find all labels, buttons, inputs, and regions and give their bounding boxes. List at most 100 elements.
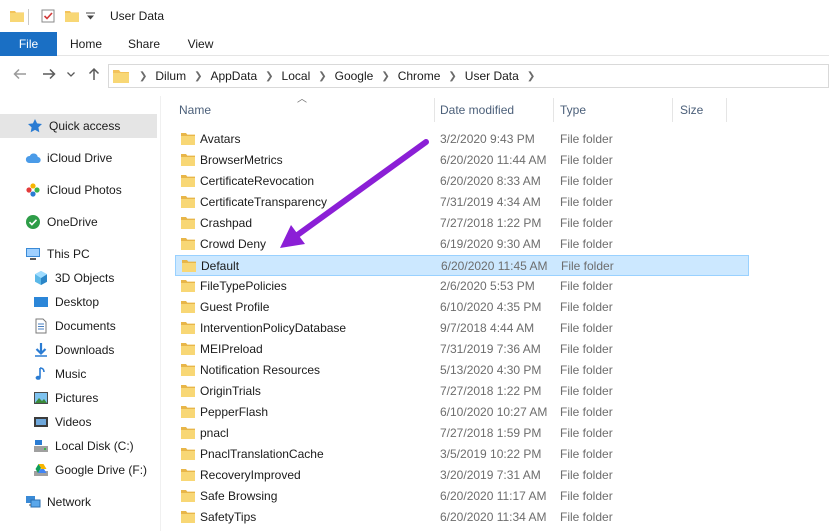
properties-icon[interactable] <box>41 9 55 23</box>
file-type: File folder <box>560 405 613 419</box>
file-row[interactable]: FileTypePolicies 2/6/2020 5:53 PM File fol… <box>175 276 749 297</box>
file-row[interactable]: PnaclTranslationCache 3/5/2019 10:22 PM Fi… <box>175 444 749 465</box>
sidebar-item-documents[interactable]: Documents <box>0 314 116 338</box>
file-name: FileTypePolicies <box>200 279 287 293</box>
sidebar-item-label: Documents <box>55 319 116 333</box>
column-header-date-modified[interactable]: Date modified <box>440 96 514 124</box>
breadcrumb-separator-icon[interactable]: ❯ <box>377 71 393 82</box>
file-row[interactable]: Avatars 3/2/2020 9:43 PM File folder <box>175 129 749 150</box>
folder-icon <box>181 343 195 355</box>
file-name: InterventionPolicyDatabase <box>200 321 347 335</box>
sidebar-item-label: Quick access <box>49 119 121 133</box>
sidebar-item-onedrive[interactable]: OneDrive <box>0 210 98 234</box>
breadcrumb-item-appdata[interactable]: AppData <box>206 69 261 83</box>
file-date-modified: 6/20/2020 8:33 AM <box>440 174 541 188</box>
file-row[interactable]: OriginTrials 7/27/2018 1:22 PM File folder <box>175 381 749 402</box>
customize-toolbar-dropdown-icon[interactable] <box>86 12 95 21</box>
folder-icon <box>181 133 195 145</box>
file-row[interactable]: RecoveryImproved 3/20/2019 7:31 AM File fo… <box>175 465 749 486</box>
file-row[interactable]: pnacl 7/27/2018 1:59 PM File folder <box>175 423 749 444</box>
sidebar-item-google-drive[interactable]: Google Drive (F:) <box>0 458 147 482</box>
file-date-modified: 6/20/2020 11:44 AM <box>440 153 547 167</box>
file-row[interactable]: BrowserMetrics 6/20/2020 11:44 AM File fol… <box>175 150 749 171</box>
sidebar-item-videos[interactable]: Videos <box>0 410 91 434</box>
breadcrumb-item-local[interactable]: Local <box>278 69 315 83</box>
recent-locations-button[interactable] <box>64 66 78 84</box>
file-row[interactable]: PepperFlash 6/10/2020 10:27 AM File folder <box>175 402 749 423</box>
folder-icon <box>113 70 129 83</box>
column-header-name[interactable]: Name <box>179 96 211 124</box>
folder-icon <box>181 427 195 439</box>
sidebar-item-icloud-photos[interactable]: iCloud Photos <box>0 178 122 202</box>
file-type: File folder <box>560 363 613 377</box>
ribbon-tabs: File Home Share View <box>0 32 829 56</box>
address-bar[interactable]: ❯ Dilum ❯ AppData ❯ Local ❯ Google ❯ Chr… <box>108 64 829 88</box>
breadcrumb-item-google[interactable]: Google <box>331 69 378 83</box>
column-header-type[interactable]: Type <box>560 96 586 124</box>
file-name: Crashpad <box>200 216 253 230</box>
folder-icon <box>181 280 195 292</box>
file-type: File folder <box>560 510 613 524</box>
folder-icon <box>181 406 195 418</box>
sidebar-item-3d-objects[interactable]: 3D Objects <box>0 266 114 290</box>
file-row[interactable]: MEIPreload 7/31/2019 7:36 AM File folder <box>175 339 749 360</box>
sidebar-item-music[interactable]: Music <box>0 362 86 386</box>
file-date-modified: 6/20/2020 11:45 AM <box>441 259 548 273</box>
breadcrumb-separator-icon[interactable]: ❯ <box>444 71 460 82</box>
file-type: File folder <box>560 195 613 209</box>
file-date-modified: 2/6/2020 5:53 PM <box>440 279 535 293</box>
breadcrumb-separator-icon[interactable]: ❯ <box>135 71 151 82</box>
column-divider[interactable] <box>672 98 673 122</box>
file-name: RecoveryImproved <box>200 468 301 482</box>
sidebar-item-downloads[interactable]: Downloads <box>0 338 114 362</box>
tab-file[interactable]: File <box>0 32 57 56</box>
sidebar-item-desktop[interactable]: Desktop <box>0 290 99 314</box>
sidebar-item-local-disk[interactable]: Local Disk (C:) <box>0 434 134 458</box>
up-button[interactable] <box>85 66 103 84</box>
column-divider[interactable] <box>726 98 727 122</box>
file-row[interactable]: Notification Resources 5/13/2020 4:30 PM F… <box>175 360 749 381</box>
file-name: SafetyTips <box>200 510 257 524</box>
sidebar-item-this-pc[interactable]: This PC <box>0 242 90 266</box>
file-type: File folder <box>560 447 613 461</box>
sidebar-item-label: This PC <box>47 247 90 261</box>
file-row[interactable]: SafetyTips 6/20/2020 11:34 AM File folder <box>175 507 749 528</box>
breadcrumb-separator-icon[interactable]: ❯ <box>190 71 206 82</box>
back-button[interactable] <box>11 66 29 84</box>
breadcrumb-separator-icon[interactable]: ❯ <box>261 71 277 82</box>
file-date-modified: 5/13/2020 4:30 PM <box>440 363 542 377</box>
folder-icon <box>181 385 195 397</box>
file-row[interactable]: Safe Browsing 6/20/2020 11:17 AM File fold… <box>175 486 749 507</box>
breadcrumb-item-user-data[interactable]: User Data <box>461 69 523 83</box>
file-row[interactable]: InterventionPolicyDatabase 9/7/2018 4:44 … <box>175 318 749 339</box>
forward-button[interactable] <box>40 66 58 84</box>
file-row[interactable]: CertificateTransparency 7/31/2019 4:34 AM… <box>175 192 749 213</box>
file-row[interactable]: Guest Profile 6/10/2020 4:35 PM File folde… <box>175 297 749 318</box>
file-row[interactable]: CertificateRevocation 6/20/2020 8:33 AM Fi… <box>175 171 749 192</box>
file-date-modified: 6/10/2020 4:35 PM <box>440 300 542 314</box>
column-divider[interactable] <box>434 98 435 122</box>
breadcrumb-separator-icon[interactable]: ❯ <box>523 71 539 82</box>
sidebar-item-icloud-drive[interactable]: iCloud Drive <box>0 146 112 170</box>
tab-view[interactable]: View <box>173 32 228 56</box>
breadcrumb-item-chrome[interactable]: Chrome <box>394 69 445 83</box>
column-divider[interactable] <box>553 98 554 122</box>
file-date-modified: 6/19/2020 9:30 AM <box>440 237 541 251</box>
chevron-down-icon <box>67 72 75 77</box>
breadcrumb-separator-icon[interactable]: ❯ <box>314 71 330 82</box>
file-row[interactable]: Crowd Deny 6/19/2020 9:30 AM File folder <box>175 234 749 255</box>
breadcrumb-item-dilum[interactable]: Dilum <box>151 69 190 83</box>
file-row[interactable]: Default 6/20/2020 11:45 AM File folder <box>175 255 749 276</box>
sidebar-item-pictures[interactable]: Pictures <box>0 386 98 410</box>
sidebar-item-network[interactable]: Network <box>0 490 91 514</box>
videos-icon <box>34 417 48 427</box>
sidebar-item-label: Music <box>55 367 87 381</box>
tab-share[interactable]: Share <box>115 32 173 56</box>
new-folder-icon[interactable] <box>65 9 79 23</box>
file-name: Default <box>201 259 240 273</box>
onedrive-icon <box>26 215 40 229</box>
column-header-size[interactable]: Size <box>680 96 703 124</box>
file-row[interactable]: Crashpad 7/27/2018 1:22 PM File folder <box>175 213 749 234</box>
sidebar-item-quick-access[interactable]: Quick access <box>0 114 157 138</box>
tab-home[interactable]: Home <box>57 32 115 56</box>
